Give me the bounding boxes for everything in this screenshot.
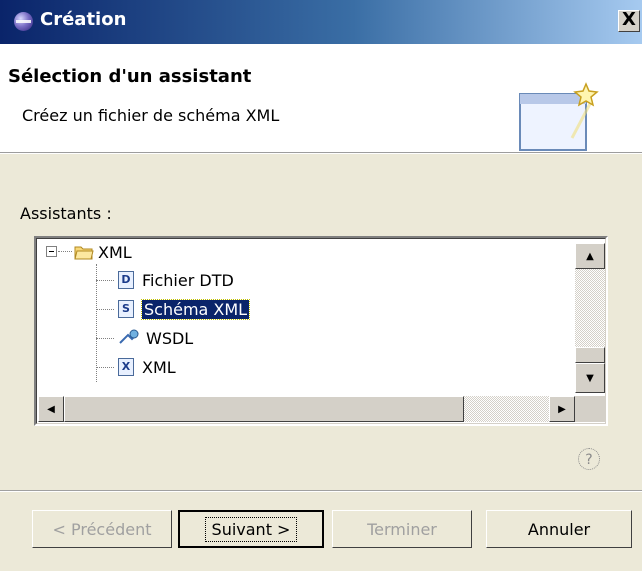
tree-item-dtd[interactable]: D Fichier DTD — [118, 268, 234, 292]
vertical-scrollbar[interactable]: ▲ ▼ — [575, 243, 605, 393]
dtd-file-icon: D — [118, 271, 134, 289]
finish-button[interactable]: Terminer — [332, 510, 472, 548]
wsdl-icon — [119, 329, 139, 344]
wizard-header: Sélection d'un assistant Créez un fichie… — [0, 44, 642, 153]
tree-line — [96, 338, 114, 339]
next-button-label: Suivant > — [204, 516, 298, 542]
help-icon[interactable]: ? — [578, 448, 600, 470]
wizard-icon — [519, 82, 599, 151]
tree-item-xml[interactable]: X XML — [118, 355, 176, 379]
window-title: Création — [40, 9, 127, 30]
scroll-up-button[interactable]: ▲ — [575, 243, 605, 269]
back-button[interactable]: < Précédent — [32, 510, 172, 548]
hscroll-thumb[interactable] — [64, 396, 464, 422]
tree-item-xml-folder[interactable]: XML — [74, 240, 132, 264]
tree-item-label: XML — [98, 242, 132, 262]
next-button[interactable]: Suivant > — [178, 510, 324, 548]
scroll-left-button[interactable]: ◀ — [38, 396, 64, 422]
collapse-toggle[interactable] — [46, 246, 57, 257]
cancel-button[interactable]: Annuler — [486, 510, 632, 548]
tree-item-wsdl[interactable]: WSDL — [118, 326, 193, 350]
scroll-right-button[interactable]: ▶ — [549, 396, 575, 422]
tree-line — [96, 309, 114, 310]
eclipse-icon — [14, 12, 33, 31]
folder-icon — [74, 246, 94, 259]
xml-file-icon: X — [118, 358, 134, 376]
schema-file-icon: S — [118, 300, 134, 318]
tree-line — [96, 280, 114, 281]
tree-item-label: XML — [142, 357, 176, 377]
page-title: Sélection d'un assistant — [8, 66, 252, 87]
tree-item-schema[interactable]: S Schéma XML — [118, 297, 251, 321]
scroll-thumb[interactable] — [575, 347, 605, 363]
scroll-corner — [575, 396, 605, 422]
tree-line — [58, 251, 72, 252]
tree-item-label-selected: Schéma XML — [140, 298, 251, 320]
assistants-label: Assistants : — [20, 204, 112, 223]
tree-line — [96, 264, 97, 382]
title-bar[interactable]: Création X — [0, 0, 642, 44]
tree-item-label: Fichier DTD — [142, 270, 234, 290]
scroll-down-button[interactable]: ▼ — [575, 363, 605, 393]
close-button[interactable]: X — [618, 10, 640, 32]
tree-item-label: WSDL — [146, 328, 194, 348]
horizontal-scrollbar[interactable]: ◀ ▶ — [38, 396, 575, 422]
page-description: Créez un fichier de schéma XML — [22, 106, 280, 125]
footer-separator-highlight — [0, 491, 642, 492]
tree-line — [96, 367, 114, 368]
header-separator — [0, 153, 642, 154]
